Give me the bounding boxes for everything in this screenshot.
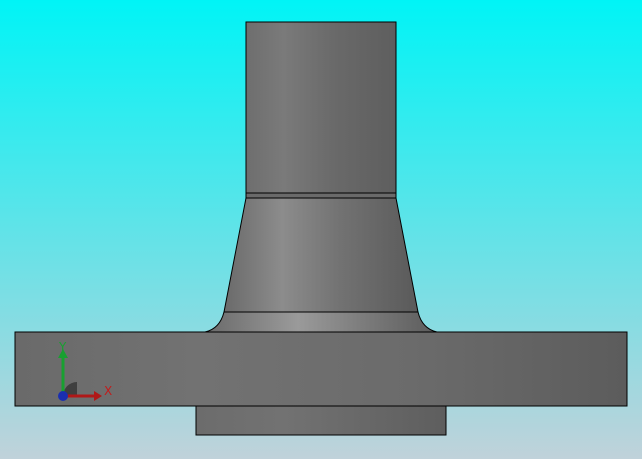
z-axis-dot xyxy=(58,391,68,401)
viewport-canvas[interactable]: X Y xyxy=(0,0,642,459)
y-axis-label: Y xyxy=(58,340,67,354)
x-axis-label: X xyxy=(104,384,112,398)
neck-band[interactable] xyxy=(245,192,397,199)
bottom-boss[interactable] xyxy=(195,405,447,436)
3d-viewport[interactable]: X Y xyxy=(0,0,642,459)
pipe-neck[interactable] xyxy=(245,21,397,194)
tapered-hub[interactable] xyxy=(223,197,419,313)
hub-fillet[interactable] xyxy=(204,311,438,333)
